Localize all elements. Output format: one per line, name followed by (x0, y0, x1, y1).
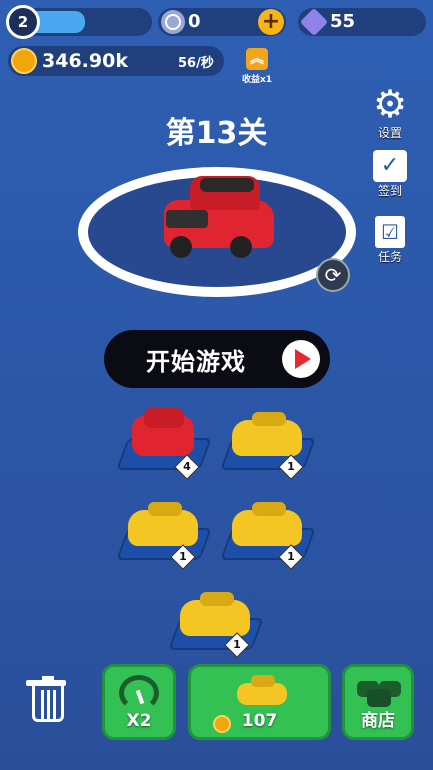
shop-button[interactable]: 商店 (342, 664, 414, 740)
start-game-label: 开始游戏 (146, 347, 246, 376)
income-boost-button[interactable]: ︽ 收益x1 (238, 48, 276, 86)
calendar-check-icon: ✓ (373, 150, 407, 182)
coins-bar: 346.90k 56/秒 (8, 46, 224, 76)
gear-icon: ⚙ (372, 82, 408, 126)
signin-button[interactable]: ✓ 签到 (362, 150, 418, 199)
cars-icon (357, 677, 401, 707)
coin-icon (11, 48, 37, 74)
trash-icon (26, 676, 70, 722)
shop-label: 商店 (361, 711, 395, 731)
start-game-button[interactable]: 开始游戏 (104, 330, 330, 388)
play-icon (282, 340, 320, 378)
coins-value: 346.90k (42, 50, 128, 72)
car-slot-5[interactable]: 1 (168, 584, 264, 658)
tasks-button[interactable]: ☑ 任务 (362, 216, 418, 265)
settings-label: 设置 (377, 126, 402, 140)
double-chevron-up-icon: ︽ (246, 48, 268, 70)
buy-car-button[interactable]: 107 (188, 664, 331, 740)
settings-button[interactable]: ⚙ 设置 (362, 84, 418, 141)
coins-rate: 56/秒 (178, 56, 214, 71)
display-car (150, 170, 280, 270)
gem-icon (299, 7, 329, 37)
car-slot-1[interactable]: 4 (116, 404, 212, 480)
buy-price: 107 (241, 711, 278, 731)
speed-boost-button[interactable]: X2 (102, 664, 176, 740)
player-level-badge: 2 (6, 5, 40, 39)
buy-car-image (237, 673, 287, 707)
currency-bar: 0 + (158, 8, 286, 36)
player-level: 2 (17, 13, 29, 31)
add-currency-button[interactable]: + (258, 9, 284, 35)
task-list-icon: ☑ (375, 216, 405, 248)
rotate-icon[interactable]: ⟳ (316, 258, 350, 292)
token-icon (161, 10, 185, 34)
speed-label: X2 (126, 711, 152, 731)
trash-button[interactable] (26, 676, 70, 730)
car-slot-2[interactable]: 1 (220, 404, 316, 480)
gems-value: 55 (330, 11, 356, 32)
car-slot-3[interactable]: 1 (116, 494, 212, 570)
car-slot-4[interactable]: 1 (220, 494, 316, 570)
income-label: 收益x1 (241, 75, 273, 85)
xp-progress-fill (36, 11, 85, 33)
gems-bar: 55 (298, 7, 426, 37)
speedometer-icon (119, 675, 159, 711)
signin-label: 签到 (377, 184, 402, 198)
tasks-label: 任务 (377, 250, 402, 264)
currency-value: 0 (188, 11, 201, 32)
